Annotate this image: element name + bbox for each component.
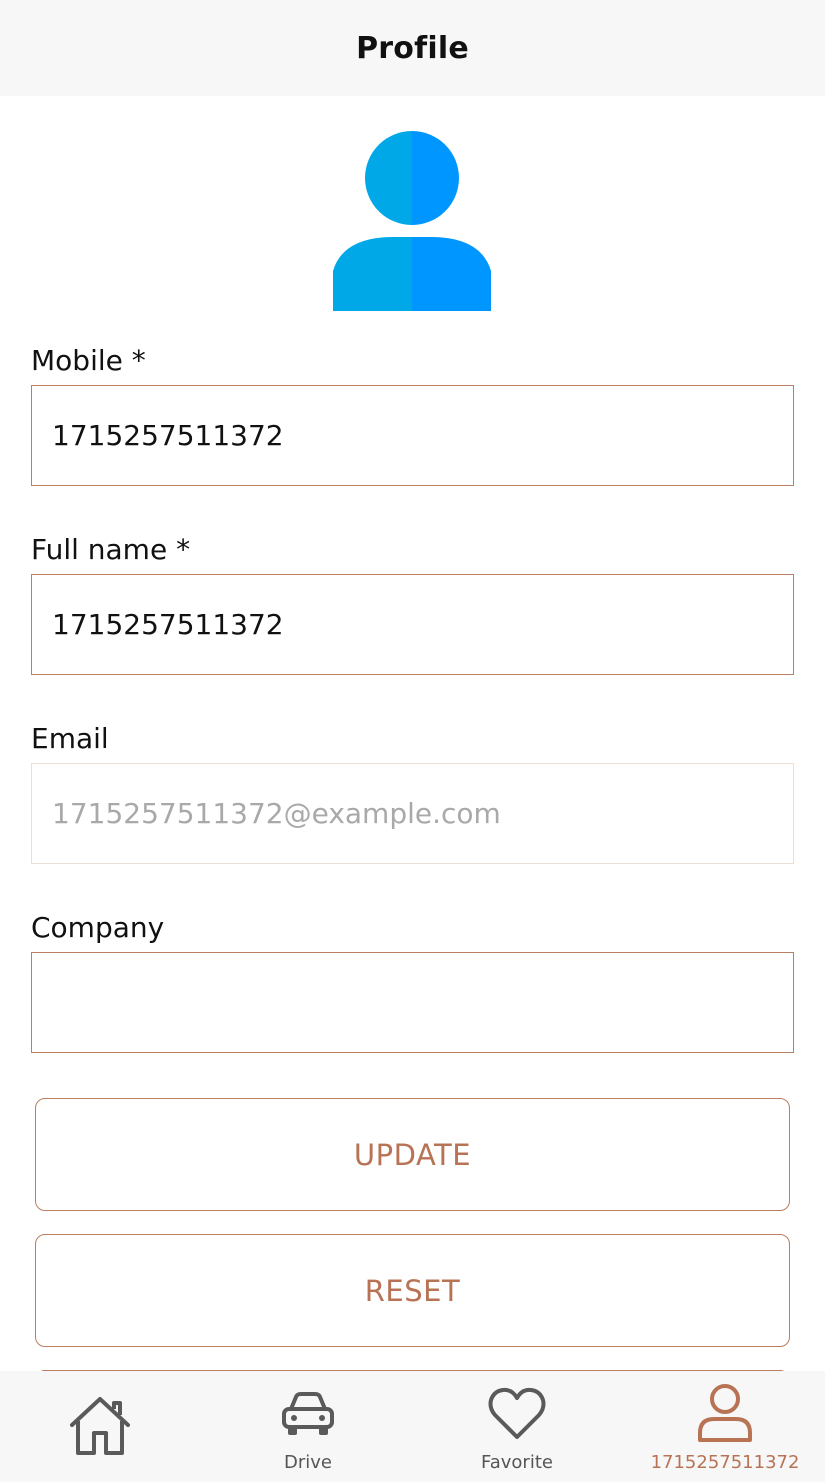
email-label: Email (31, 722, 109, 755)
car-icon (282, 1392, 334, 1435)
header-bar: Profile (0, 0, 825, 96)
full-name-label: Full name * (31, 533, 191, 566)
profile-screen: Profile Mobile * Full name * Email Compa… (0, 0, 825, 1482)
full-name-input[interactable] (31, 574, 794, 675)
nav-label-drive: Drive (284, 1452, 332, 1473)
heart-icon (488, 1387, 546, 1439)
company-input[interactable] (31, 952, 794, 1053)
mobile-label: Mobile * (31, 344, 146, 377)
nav-item-favorite[interactable]: Favorite (467, 1371, 567, 1482)
mobile-input[interactable] (31, 385, 794, 486)
nav-label-favorite: Favorite (481, 1452, 553, 1473)
bottom-nav: Drive Favorite 1715257511372 (0, 1371, 825, 1482)
home-icon (70, 1397, 130, 1455)
nav-item-profile[interactable]: 1715257511372 (651, 1371, 799, 1482)
company-label: Company (31, 911, 165, 944)
nav-item-home[interactable] (60, 1371, 140, 1482)
person-icon (698, 1384, 752, 1442)
nav-item-drive[interactable]: Drive (258, 1371, 358, 1482)
user-avatar-icon (333, 131, 491, 311)
nav-label-profile: 1715257511372 (650, 1452, 800, 1473)
email-input (31, 763, 794, 864)
page-title: Profile (356, 30, 469, 66)
reset-button[interactable]: RESET (35, 1234, 790, 1347)
update-button[interactable]: UPDATE (35, 1098, 790, 1211)
